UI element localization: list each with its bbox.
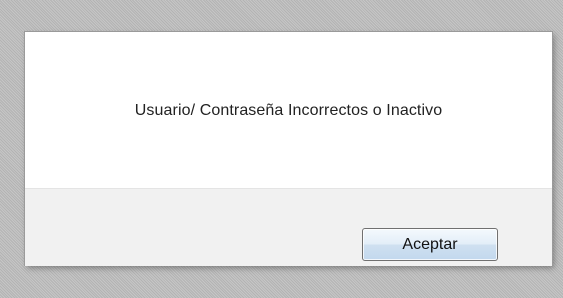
dialog-footer: Aceptar	[25, 188, 552, 266]
error-dialog: Usuario/ Contraseña Incorrectos o Inacti…	[25, 32, 552, 266]
dialog-body: Usuario/ Contraseña Incorrectos o Inacti…	[25, 32, 552, 188]
accept-button[interactable]: Aceptar	[362, 228, 498, 261]
error-message: Usuario/ Contraseña Incorrectos o Inacti…	[134, 102, 443, 119]
